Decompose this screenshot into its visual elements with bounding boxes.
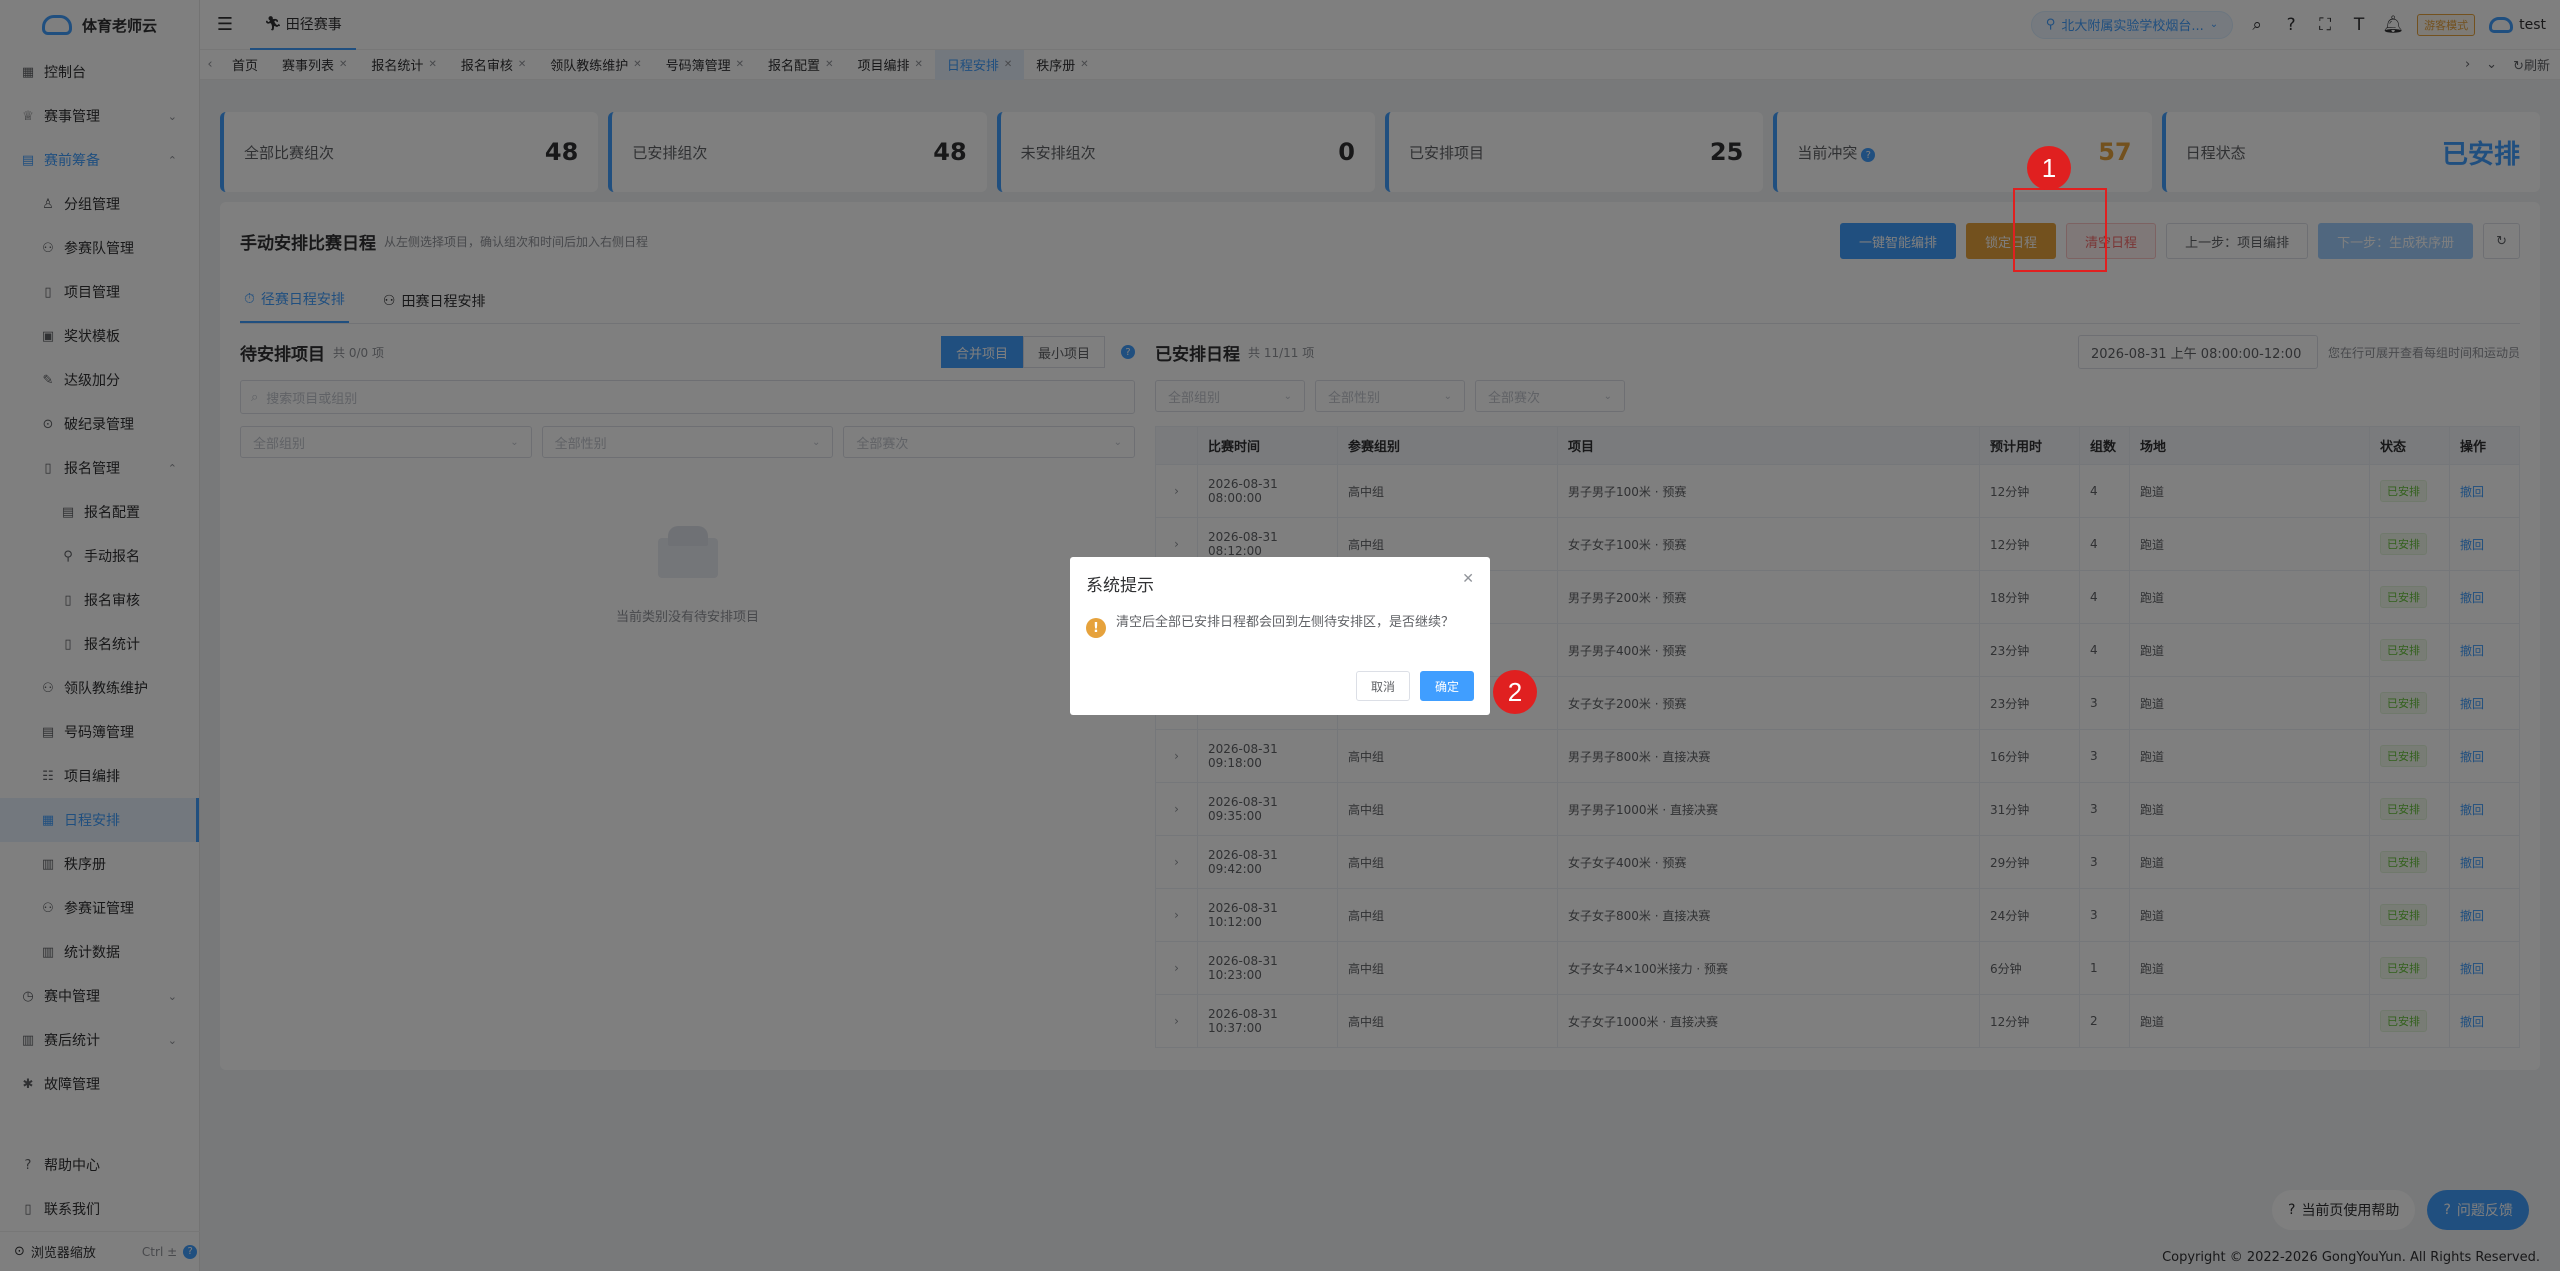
confirm-dialog: 系统提示 ✕ ! 清空后全部已安排日程都会回到左侧待安排区，是否继续？ 取消 确…: [1070, 557, 1490, 715]
annotation-box: [2013, 188, 2107, 272]
dialog-message: 清空后全部已安排日程都会回到左侧待安排区，是否继续？: [1116, 615, 1455, 630]
close-icon[interactable]: ✕: [1462, 571, 1474, 587]
cancel-button[interactable]: 取消: [1355, 671, 1410, 701]
step-marker-2: 2: [1493, 670, 1537, 714]
dialog-title: 系统提示: [1086, 576, 1154, 596]
step-marker-1: 1: [2027, 146, 2071, 190]
confirm-button[interactable]: 确定: [1419, 671, 1474, 701]
warning-icon: !: [1086, 618, 1106, 638]
